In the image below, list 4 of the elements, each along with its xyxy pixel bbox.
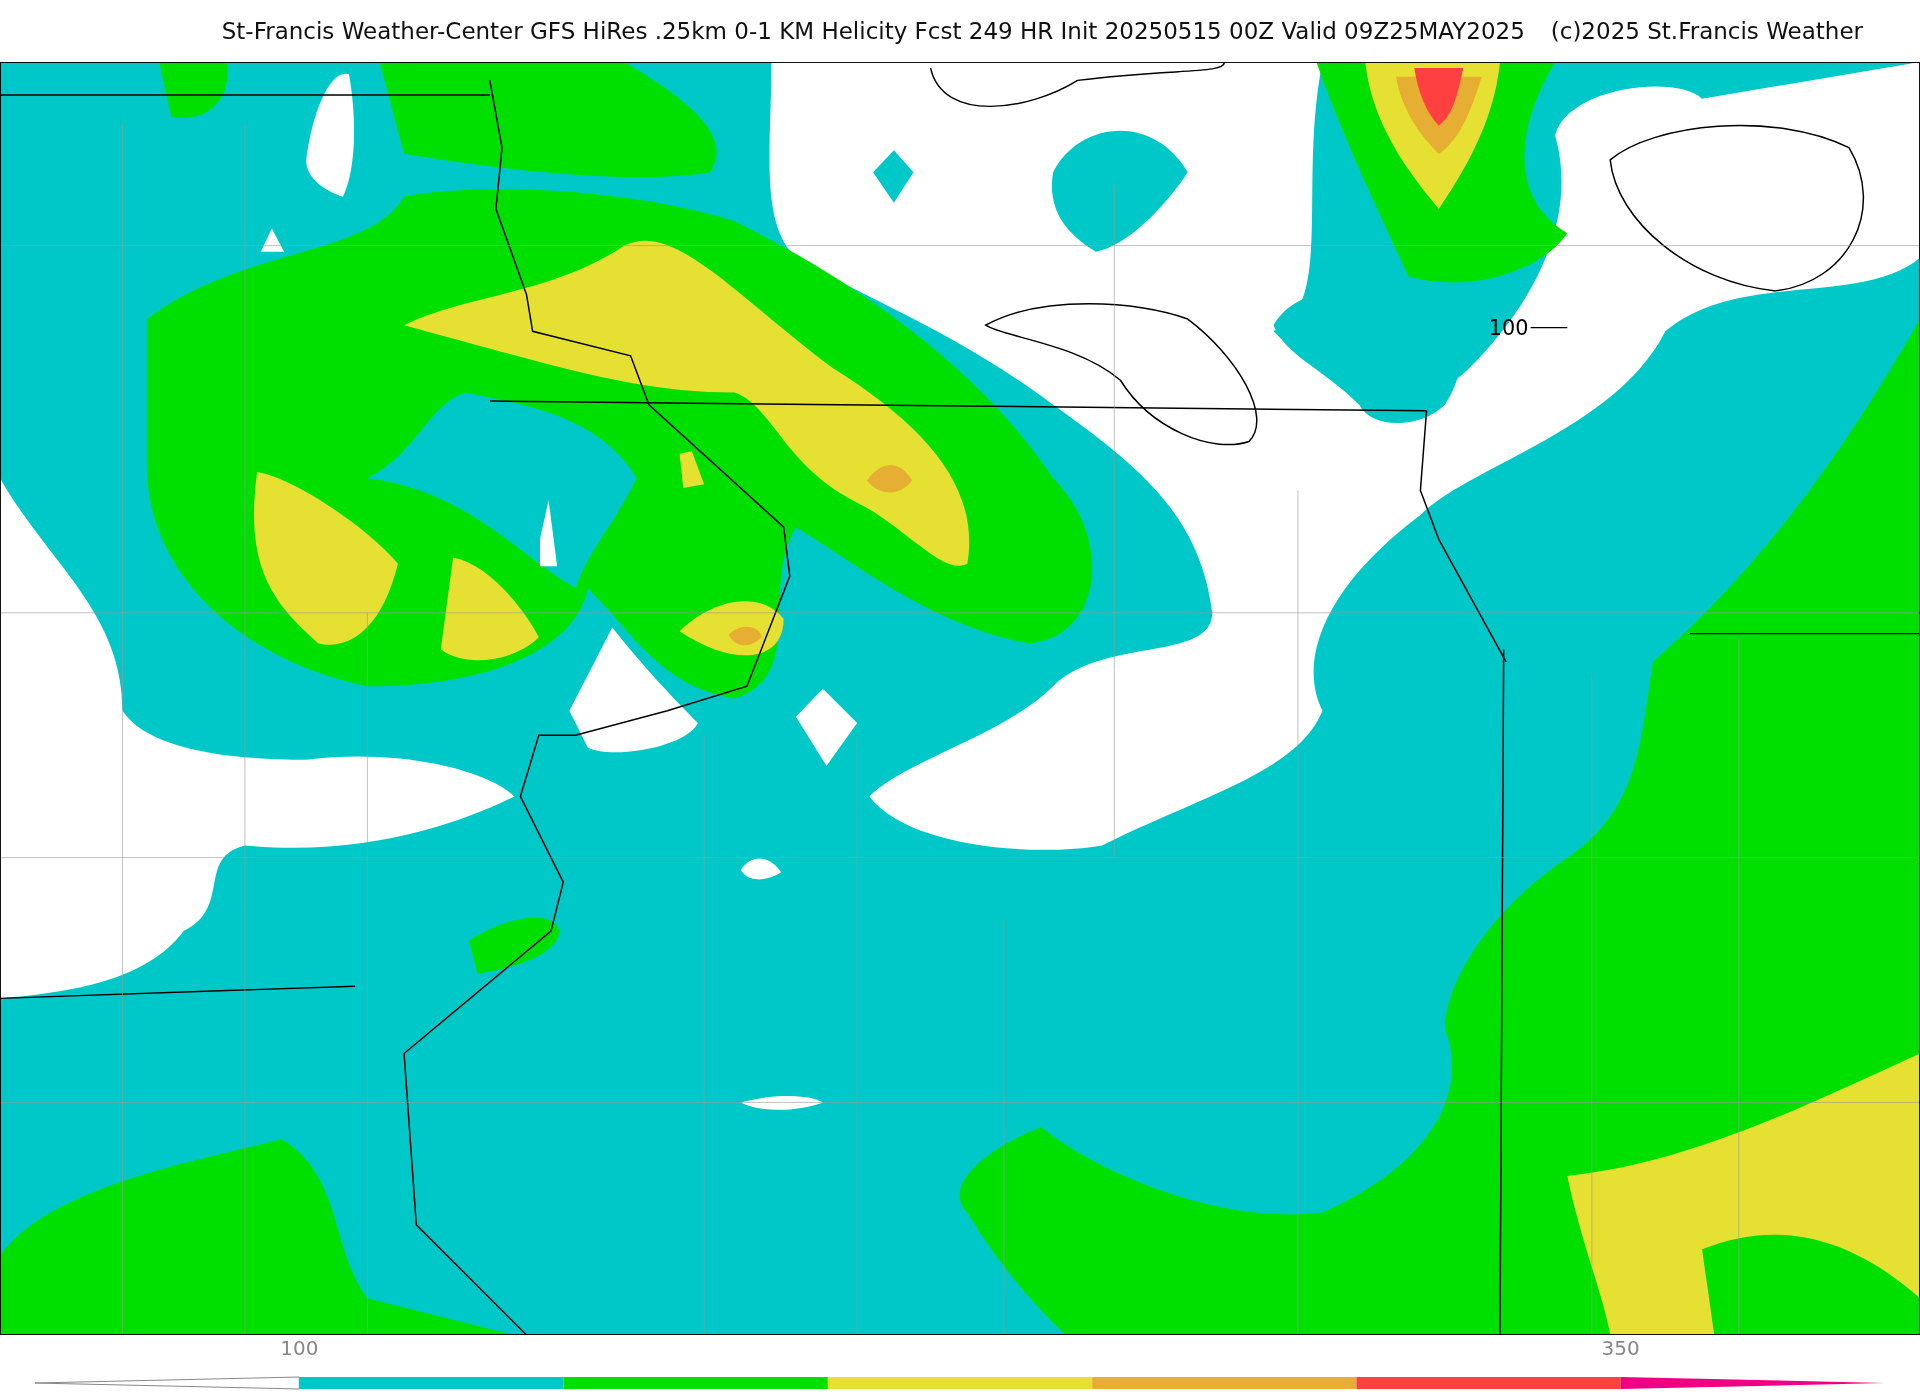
copyright-text: (c)2025 St.Francis Weather [1550,18,1863,44]
colorbar-label: 100 [280,1336,319,1360]
colorbar-label: 350 [1601,1336,1640,1360]
map-title: St-Francis Weather-Center GFS HiRes .25km 0-1 KM Helicity Fcst 249 HR Init 20250515 00Z Valid 09Z25MAY2025 [221,18,1525,44]
